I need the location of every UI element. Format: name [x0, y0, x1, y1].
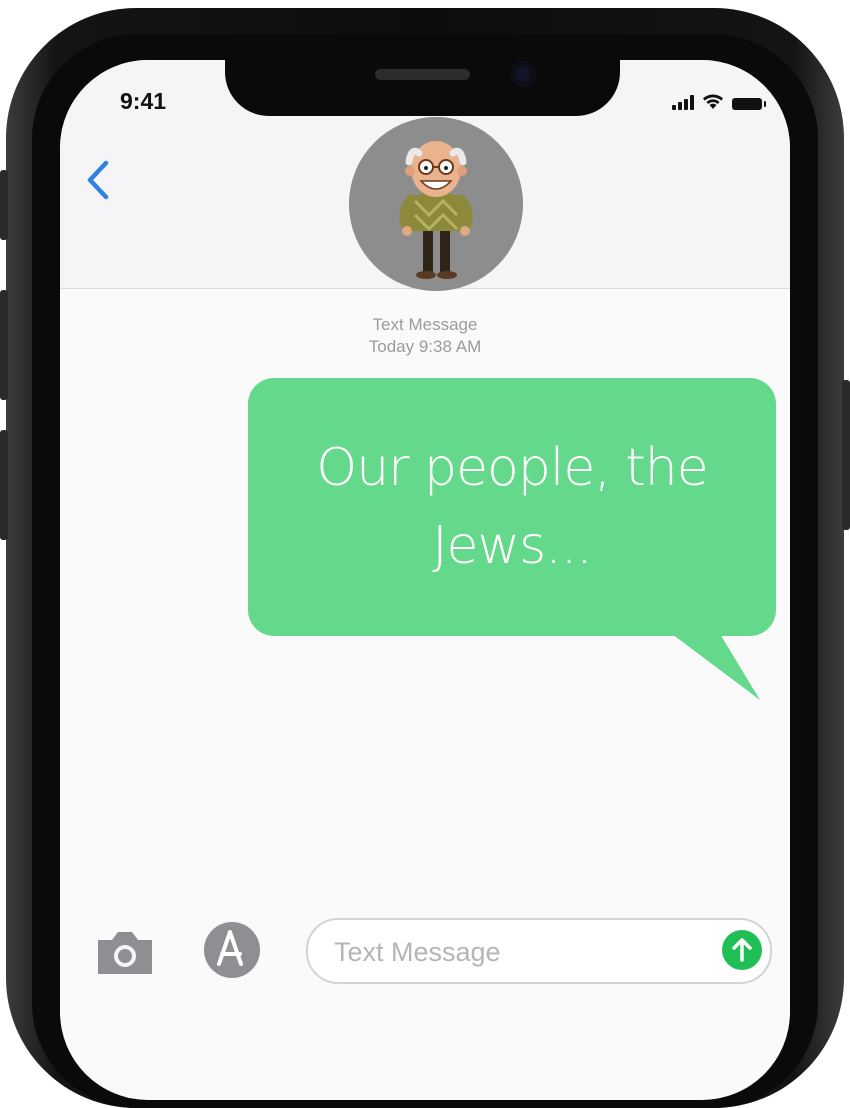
mute-switch	[0, 170, 8, 240]
cellular-signal-icon	[672, 94, 694, 110]
battery-icon	[732, 98, 766, 110]
wifi-icon	[703, 94, 723, 109]
notch	[225, 60, 620, 116]
power-button	[842, 380, 850, 530]
message-input[interactable]: Text Message	[306, 918, 772, 984]
send-arrow-icon[interactable]	[722, 930, 762, 970]
message-meta-time: Today 9:38 AM	[368, 337, 482, 356]
message-bubble[interactable]: Our people, the Jews...	[248, 378, 776, 636]
message-text: Our people, the Jews...	[316, 438, 708, 576]
contact-avatar[interactable]	[349, 117, 523, 291]
app-store-icon[interactable]	[200, 920, 266, 980]
volume-up-button	[0, 290, 8, 400]
status-time: 9:41	[120, 88, 167, 114]
speaker-grille	[375, 69, 470, 80]
camera-icon[interactable]	[94, 928, 156, 976]
status-icons	[672, 90, 766, 110]
phone-screen: 9:41 Text Message Today 9:38 AM Our peop…	[60, 60, 790, 1100]
chevron-left-icon[interactable]	[86, 160, 110, 205]
message-meta-label: Text Message	[372, 315, 478, 334]
front-camera	[510, 61, 536, 87]
message-input-placeholder: Text Message	[334, 937, 501, 967]
volume-down-button	[0, 430, 8, 540]
